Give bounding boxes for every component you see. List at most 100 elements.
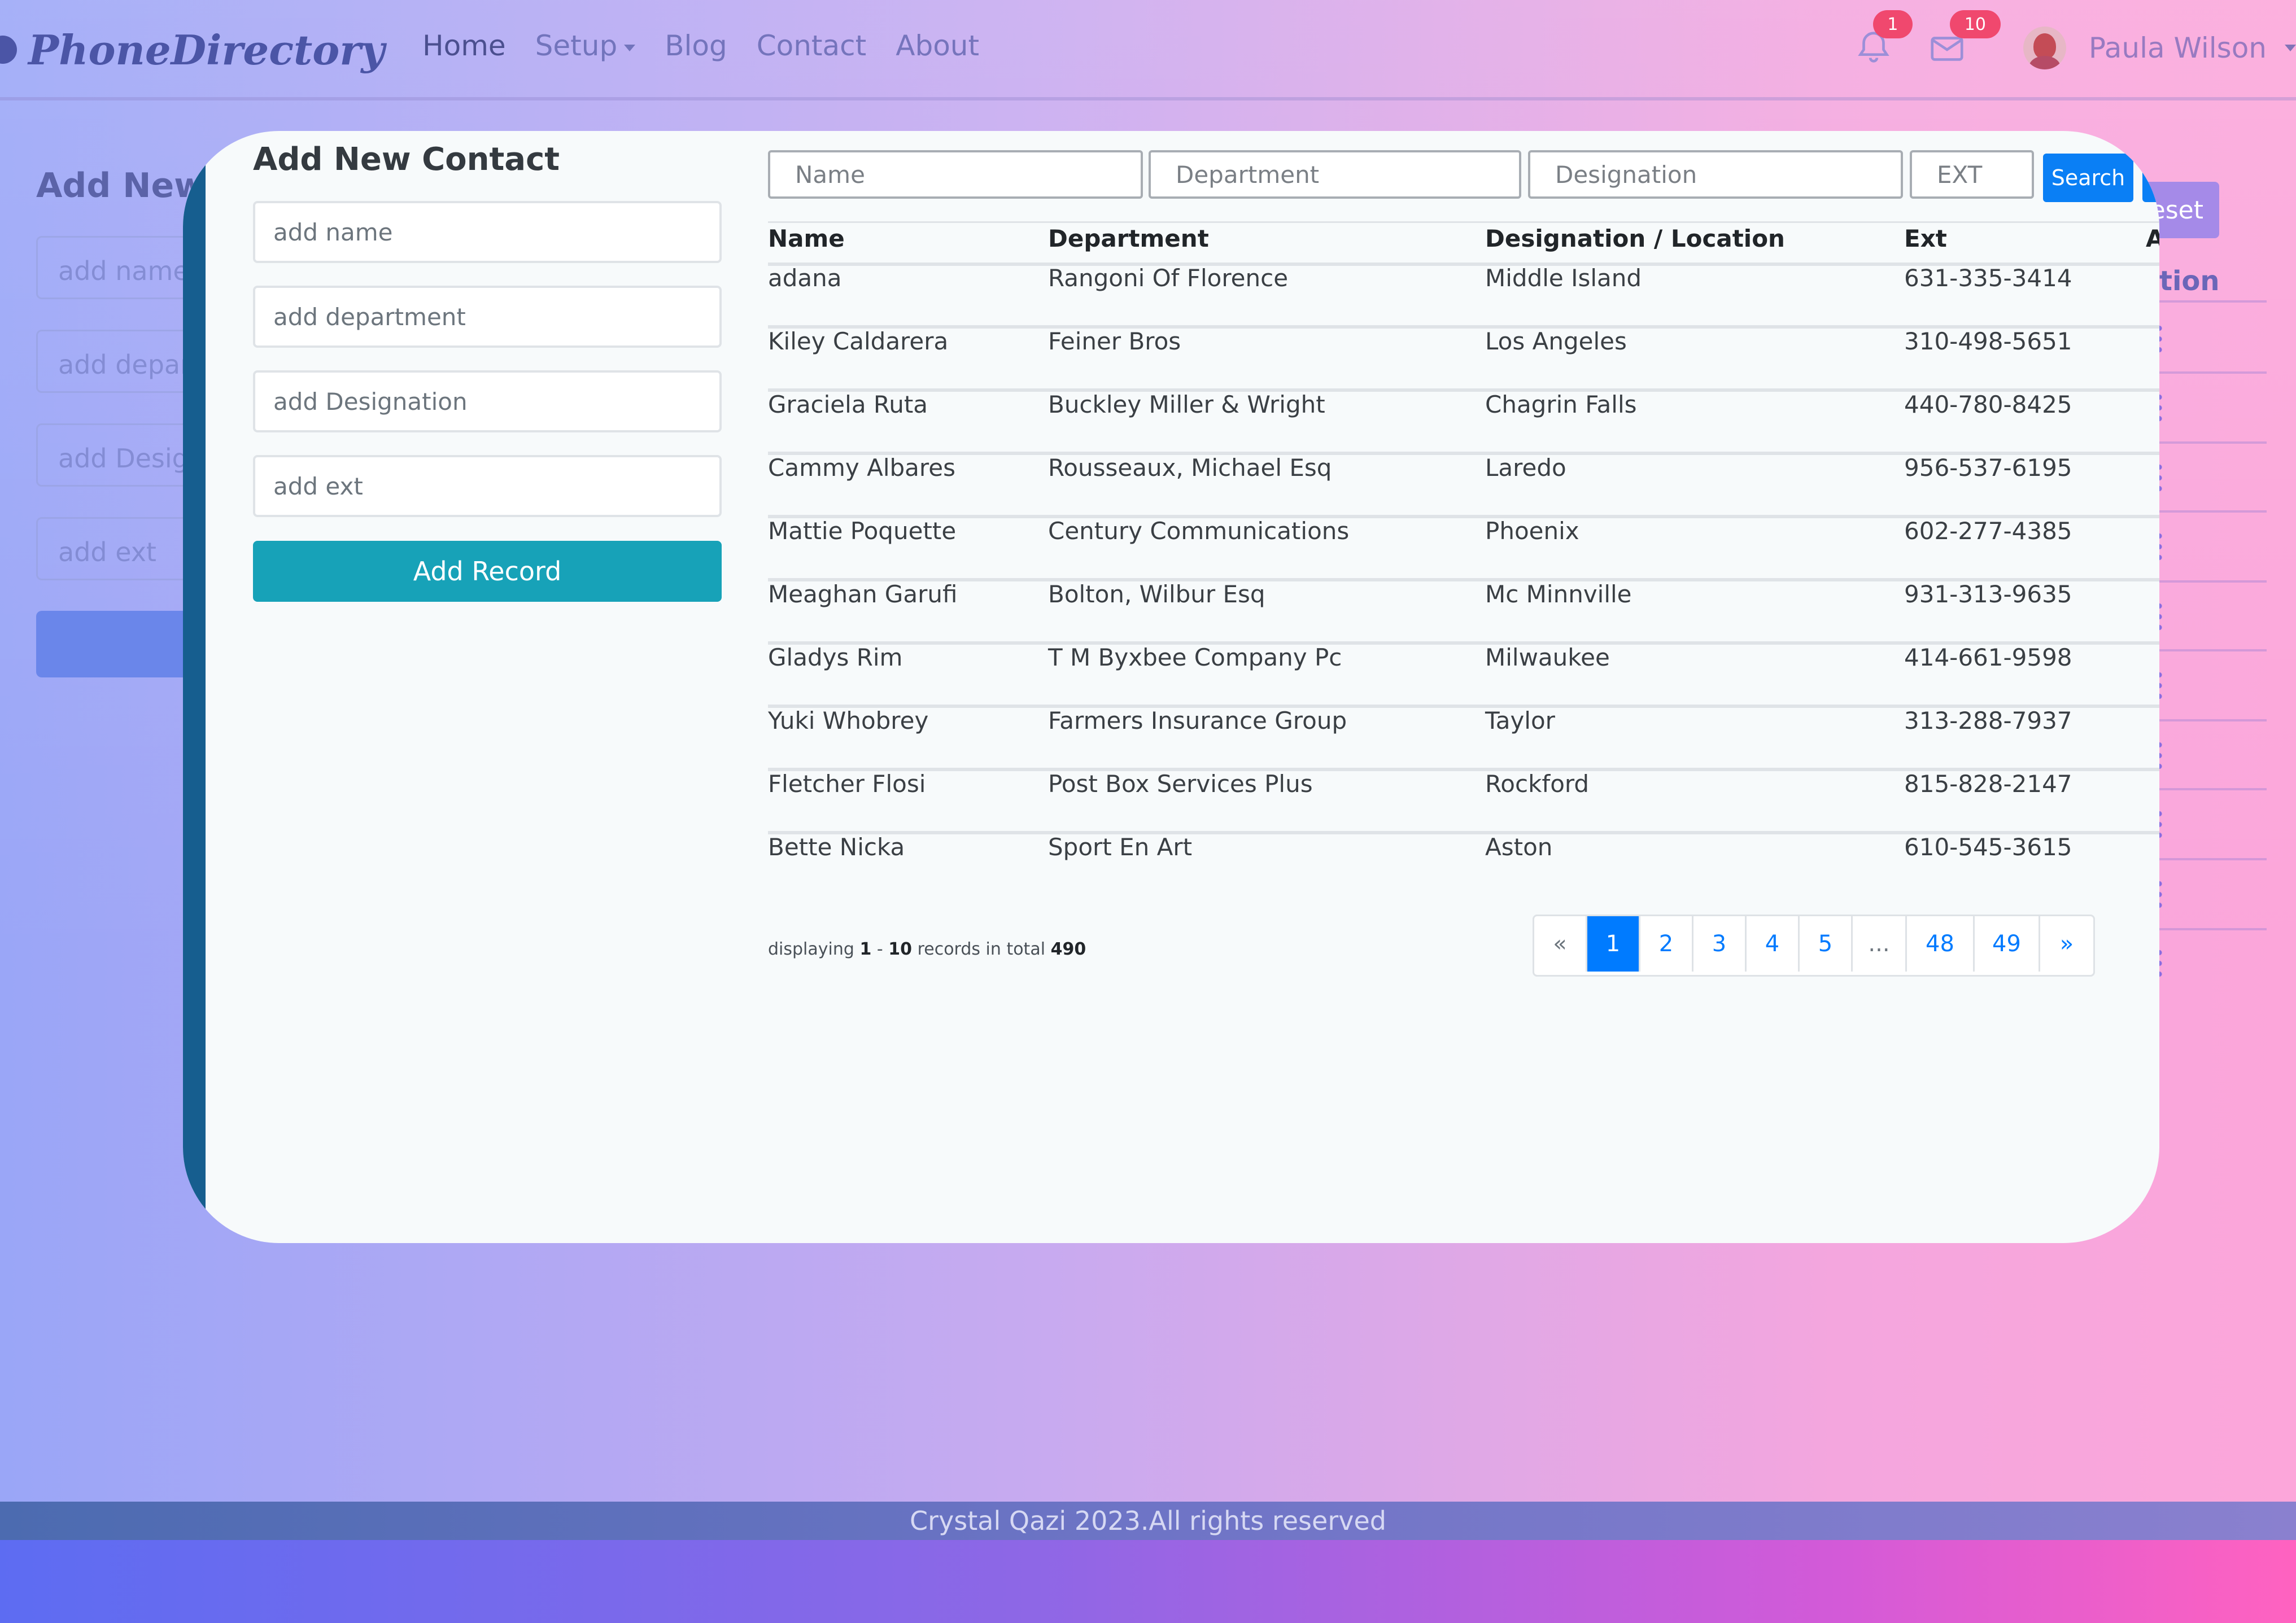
table-row[interactable]: Meaghan Garufi Bolton, Wilbur Esq Mc Min… bbox=[768, 580, 2159, 645]
bg-row-divider bbox=[2159, 371, 2267, 374]
notifications-button[interactable]: 1 bbox=[1854, 10, 1913, 68]
avatar[interactable] bbox=[2023, 27, 2066, 69]
bg-action-header: tion bbox=[2159, 265, 2220, 297]
cell-name: Fletcher Flosi bbox=[768, 770, 926, 798]
bg-row-divider bbox=[2159, 441, 2267, 444]
column-header-department[interactable]: Department bbox=[1048, 225, 1209, 252]
cell-name: Kiley Caldarera bbox=[768, 327, 949, 355]
bg-row-divider bbox=[2159, 580, 2267, 583]
table-row[interactable]: Yuki Whobrey Farmers Insurance Group Tay… bbox=[768, 707, 2159, 771]
page-next-button[interactable]: » bbox=[2040, 916, 2093, 972]
page-5-button[interactable]: 5 bbox=[1800, 916, 1853, 972]
nav-contact[interactable]: Contact bbox=[757, 29, 867, 62]
page-49-button[interactable]: 49 bbox=[1975, 916, 2040, 972]
table-row[interactable]: Kiley Caldarera Feiner Bros Los Angeles … bbox=[768, 327, 2159, 392]
page-2-button[interactable]: 2 bbox=[1640, 916, 1693, 972]
table-row[interactable]: Fletcher Flosi Post Box Services Plus Ro… bbox=[768, 770, 2159, 834]
cell-department: Sport En Art bbox=[1048, 833, 1193, 861]
cell-department: T M Byxbee Company Pc bbox=[1048, 644, 1342, 671]
nav-setup-label: Setup bbox=[535, 29, 618, 62]
messages-button[interactable]: 10 bbox=[1927, 10, 2001, 68]
cell-ext: 956-537-6195 bbox=[1904, 454, 2072, 482]
search-name-input[interactable] bbox=[768, 150, 1143, 199]
cell-designation: Milwaukee bbox=[1485, 644, 1610, 671]
table-row[interactable]: Gladys Rim T M Byxbee Company Pc Milwauk… bbox=[768, 644, 2159, 708]
add-record-button[interactable]: Add Record bbox=[253, 541, 722, 602]
cell-department: Buckley Miller & Wright bbox=[1048, 391, 1325, 418]
add-department-input[interactable] bbox=[253, 286, 722, 348]
summary-total: 490 bbox=[1050, 939, 1086, 959]
table-row[interactable]: Bette Nicka Sport En Art Aston 610-545-3… bbox=[768, 833, 2159, 894]
caret-down-icon[interactable] bbox=[2285, 45, 2296, 51]
add-designation-input[interactable] bbox=[253, 370, 722, 432]
table-header bbox=[768, 221, 2159, 266]
cell-ext: 414-661-9598 bbox=[1904, 644, 2072, 671]
nav-setup[interactable]: Setup bbox=[535, 29, 636, 62]
bottom-band bbox=[0, 1540, 2296, 1623]
table-row[interactable]: Mattie Poquette Century Communications P… bbox=[768, 517, 2159, 581]
search-department-input[interactable] bbox=[1149, 150, 1521, 199]
cell-name: Yuki Whobrey bbox=[768, 707, 929, 734]
cell-department: Farmers Insurance Group bbox=[1048, 707, 1347, 734]
page-prev-button[interactable]: « bbox=[1534, 916, 1587, 972]
cell-ext: 631-335-3414 bbox=[1904, 264, 2072, 292]
bg-row-divider bbox=[2159, 928, 2267, 930]
bg-row-divider bbox=[2159, 649, 2267, 651]
column-header-designation[interactable]: Designation / Location bbox=[1485, 225, 1785, 252]
summary-prefix: displaying bbox=[768, 939, 854, 959]
table-row[interactable]: adana Rangoni Of Florence Middle Island … bbox=[768, 264, 2159, 329]
cell-department: Post Box Services Plus bbox=[1048, 770, 1313, 798]
page-1-button[interactable]: 1 bbox=[1587, 916, 1640, 972]
add-ext-input[interactable] bbox=[253, 455, 722, 517]
bg-row-divider bbox=[2159, 510, 2267, 513]
messages-badge: 10 bbox=[1949, 10, 2001, 38]
search-button[interactable]: Search bbox=[2043, 154, 2133, 202]
page-ellipsis: ... bbox=[1853, 916, 1907, 972]
search-designation-input[interactable] bbox=[1528, 150, 1903, 199]
page-48-button[interactable]: 48 bbox=[1907, 916, 1975, 972]
nav-right: 1 10 Paula Wilson bbox=[1854, 10, 2296, 79]
nav-about[interactable]: About bbox=[896, 29, 979, 62]
brand-logo-icon bbox=[0, 36, 17, 64]
cell-ext: 931-313-9635 bbox=[1904, 580, 2072, 608]
page-4-button[interactable]: 4 bbox=[1747, 916, 1800, 972]
cell-ext: 602-277-4385 bbox=[1904, 517, 2072, 545]
cell-department: Bolton, Wilbur Esq bbox=[1048, 580, 1265, 608]
reset-button[interactable] bbox=[2142, 154, 2159, 202]
bg-row-divider bbox=[2159, 719, 2267, 721]
cell-designation: Taylor bbox=[1485, 707, 1555, 734]
brand[interactable]: PhoneDirectory bbox=[0, 23, 385, 77]
table-row[interactable]: Cammy Albares Rousseaux, Michael Esq Lar… bbox=[768, 454, 2159, 518]
bg-row-divider bbox=[2159, 300, 2267, 303]
panel-edge bbox=[183, 131, 206, 1243]
add-name-input[interactable] bbox=[253, 201, 722, 263]
cell-designation: Middle Island bbox=[1485, 264, 1642, 292]
summary-sep: - bbox=[876, 939, 883, 959]
summary-from: 1 bbox=[859, 939, 872, 959]
cell-department: Rousseaux, Michael Esq bbox=[1048, 454, 1332, 482]
cell-name: adana bbox=[768, 264, 842, 292]
nav-home[interactable]: Home bbox=[422, 29, 506, 62]
notifications-badge: 1 bbox=[1872, 10, 1913, 38]
footer: Crystal Qazi 2023.All rights reserved bbox=[0, 1502, 2296, 1540]
bg-page-title: Add New bbox=[36, 166, 206, 205]
user-menu[interactable]: Paula Wilson bbox=[2089, 32, 2267, 64]
column-header-name[interactable]: Name bbox=[768, 225, 845, 252]
cell-designation: Rockford bbox=[1485, 770, 1590, 798]
nav-links: Home Setup Blog Contact About bbox=[422, 29, 1009, 62]
cell-department: Feiner Bros bbox=[1048, 327, 1181, 355]
nav-blog[interactable]: Blog bbox=[665, 29, 727, 62]
search-ext-input[interactable] bbox=[1910, 150, 2034, 199]
cell-ext: 815-828-2147 bbox=[1904, 770, 2072, 798]
cell-designation: Aston bbox=[1485, 833, 1553, 861]
cell-name: Mattie Poquette bbox=[768, 517, 957, 545]
page-3-button[interactable]: 3 bbox=[1693, 916, 1747, 972]
cell-name: Meaghan Garufi bbox=[768, 580, 958, 608]
bg-row-divider bbox=[2159, 858, 2267, 860]
contact-panel: Add New Contact Add Record Search Name D… bbox=[183, 131, 2159, 1243]
bg-row-divider bbox=[2159, 788, 2267, 790]
cell-ext: 610-545-3615 bbox=[1904, 833, 2072, 861]
table-row[interactable]: Graciela Ruta Buckley Miller & Wright Ch… bbox=[768, 391, 2159, 455]
cell-department: Century Communications bbox=[1048, 517, 1350, 545]
column-header-ext[interactable]: Ext bbox=[1904, 225, 1947, 252]
